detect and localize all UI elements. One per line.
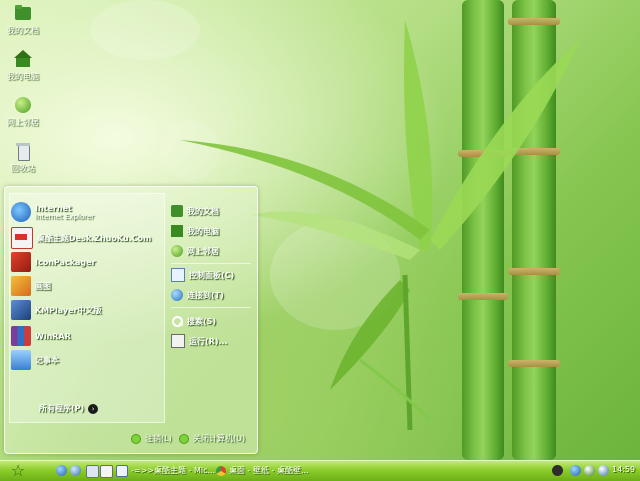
- desktop-icon-label: 我的电脑: [7, 72, 39, 81]
- logoff-label: 注销(L): [145, 434, 172, 443]
- power-icon: [179, 433, 189, 444]
- desktop-icon-network[interactable]: 网上邻居: [0, 96, 46, 128]
- start-button[interactable]: ☆: [8, 462, 28, 480]
- internet-explorer-icon: [11, 202, 31, 222]
- home-computer-icon: [171, 225, 183, 237]
- start-right-run[interactable]: 运行(R)...: [171, 333, 228, 349]
- folder-icon: [13, 4, 33, 22]
- ie-quicklaunch-icon[interactable]: [56, 465, 67, 476]
- connect-icon: [171, 289, 183, 301]
- start-item-label: WinRAR: [35, 331, 71, 341]
- taskbar-button-theme-window[interactable]: -=>>桌酷主题 - Mic...: [116, 463, 215, 478]
- start-item-iconpackager[interactable]: IconPackager: [11, 251, 96, 273]
- start-item-zhuoku[interactable]: 桌酷主题Desk.ZhuoKu.Com: [11, 227, 151, 249]
- start-item-label: IconPackager: [35, 257, 96, 267]
- window-quicklaunch-icon[interactable]: [100, 465, 113, 478]
- taskbar-button-label: 桌面 - 壁纸 - 桌酷壁...: [229, 466, 309, 475]
- start-right-label: 网上邻居: [187, 246, 219, 256]
- start-right-label: 我的文档: [187, 206, 219, 216]
- start-item-label: KMPlayer中文版: [35, 305, 102, 315]
- all-programs-button[interactable]: 所有程序(P) ›: [39, 403, 99, 414]
- start-right-label: 运行(R)...: [189, 336, 228, 346]
- menu-separator: [171, 263, 251, 264]
- start-right-label: 搜索(S): [187, 316, 217, 326]
- start-menu: Internet Internet Explorer 桌酷主题Desk.Zhuo…: [4, 186, 258, 454]
- logoff-icon: [131, 433, 141, 444]
- search-icon: [171, 315, 184, 327]
- home-computer-icon: [13, 50, 33, 68]
- run-icon: [171, 334, 185, 348]
- network-globe-icon: [171, 245, 183, 257]
- start-right-label: 连接到(T): [187, 290, 224, 300]
- start-right-network[interactable]: 网上邻居: [171, 243, 219, 259]
- start-right-my-documents[interactable]: 我的文档: [171, 203, 219, 219]
- control-panel-icon: [171, 268, 185, 282]
- logoff-button[interactable]: 注销(L): [131, 433, 172, 444]
- start-right-label: 控制面板(C): [189, 270, 235, 280]
- tray-network-icon[interactable]: [570, 465, 581, 476]
- all-programs-label: 所有程序(P): [39, 404, 85, 413]
- tray-volume-icon[interactable]: [598, 465, 609, 476]
- recycle-bin-icon: [13, 142, 33, 161]
- arrow-right-icon: ›: [88, 403, 99, 414]
- desktop-icon-recycle-bin[interactable]: 回收站: [0, 142, 46, 174]
- shutdown-button[interactable]: 关闭计算机(U): [179, 433, 245, 444]
- desktop-quicklaunch-icon[interactable]: [86, 465, 99, 478]
- desktop-icon-my-documents[interactable]: 我的文档: [0, 4, 46, 36]
- tray-shield-icon[interactable]: [584, 465, 595, 476]
- kmplayer-icon: [11, 300, 31, 320]
- desktop-icon-my-computer[interactable]: 我的电脑: [0, 50, 46, 82]
- iconpackager-icon: [11, 252, 31, 272]
- start-item-notepad[interactable]: 记事本: [11, 349, 59, 371]
- folder-icon: [171, 205, 183, 217]
- start-right-connect-to[interactable]: 连接到(T): [171, 287, 224, 303]
- zhuoku-icon: [11, 227, 33, 249]
- paint-icon: [11, 276, 31, 296]
- desktop-icon-label: 回收站: [11, 164, 35, 173]
- taskbar: ☆ -=>>桌酷主题 - Mic... 桌面 - 壁纸 - 桌酷壁... 14:…: [0, 460, 640, 481]
- start-item-label: 画图: [35, 281, 51, 291]
- document-icon: [116, 464, 128, 477]
- start-item-winrar[interactable]: WinRAR: [11, 325, 71, 347]
- start-right-search[interactable]: 搜索(S): [171, 313, 216, 329]
- notepad-icon: [11, 350, 31, 370]
- taskbar-button-browser-window[interactable]: 桌面 - 壁纸 - 桌酷壁...: [216, 463, 309, 478]
- tray-arrow-icon[interactable]: [552, 465, 563, 476]
- desktop-icon-label: 网上邻居: [7, 118, 39, 127]
- start-item-subtitle: Internet Explorer: [35, 212, 95, 221]
- winrar-icon: [11, 326, 31, 346]
- start-item-kmplayer[interactable]: KMPlayer中文版: [11, 299, 102, 321]
- start-right-label: 我的电脑: [187, 226, 219, 236]
- network-globe-icon: [13, 96, 33, 114]
- taskbar-button-label: -=>>桌酷主题 - Mic...: [131, 466, 216, 475]
- shutdown-label: 关闭计算机(U): [193, 434, 246, 443]
- start-item-paint[interactable]: 画图: [11, 275, 51, 297]
- taskbar-clock[interactable]: 14:59: [612, 465, 635, 474]
- menu-separator: [171, 307, 251, 308]
- start-right-control-panel[interactable]: 控制面板(C): [171, 267, 234, 283]
- desktop-icon-label: 我的文档: [7, 26, 39, 35]
- start-item-label: 记事本: [35, 355, 59, 365]
- chrome-icon: [216, 465, 226, 476]
- start-right-my-computer[interactable]: 我的电脑: [171, 223, 219, 239]
- star-icon: ☆: [10, 461, 26, 480]
- browser-quicklaunch-icon[interactable]: [70, 465, 81, 476]
- start-item-title: Internet: [35, 203, 72, 213]
- start-item-internet-explorer[interactable]: Internet Internet Explorer: [11, 201, 94, 223]
- start-item-label: 桌酷主题Desk.ZhuoKu.Com: [37, 233, 152, 243]
